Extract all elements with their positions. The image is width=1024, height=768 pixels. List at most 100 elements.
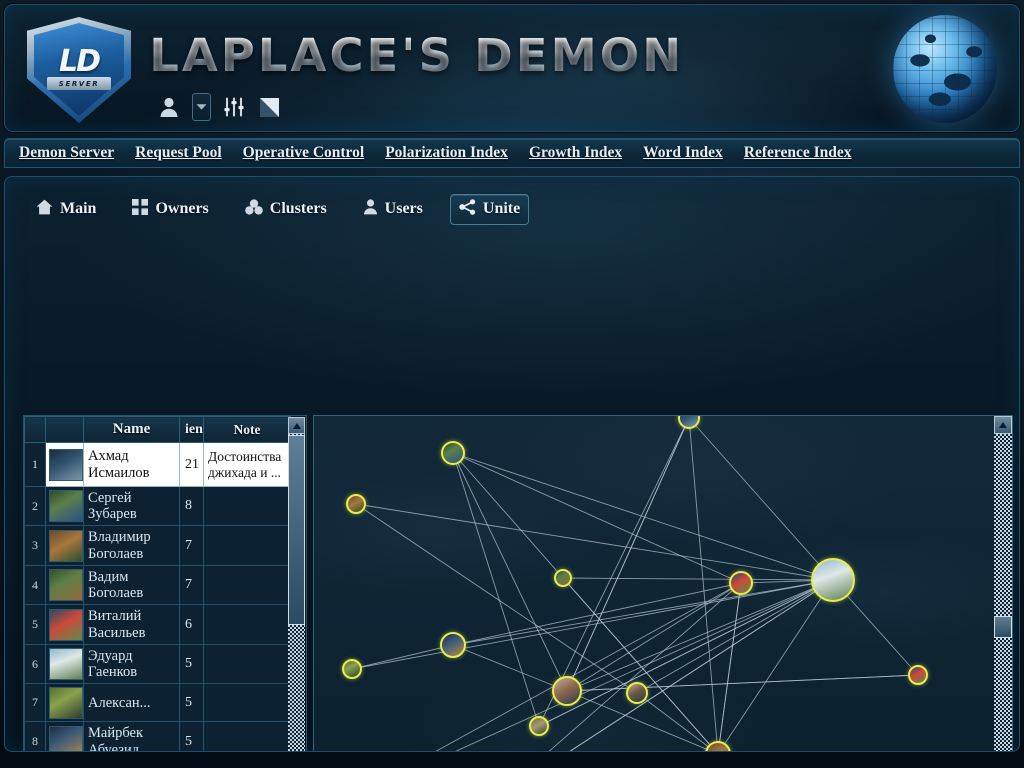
avatar [49,648,83,681]
main-navigation: Demon Server Request Pool Operative Cont… [4,138,1020,168]
row-name: Сергей Зубарев [83,485,180,527]
row-note [203,604,291,645]
tab-main[interactable]: Main [27,194,105,225]
row-index: 4 [24,564,46,606]
column-header-note[interactable]: Note [203,416,291,443]
tab-unite[interactable]: Unite [449,193,530,225]
column-header-avatar[interactable] [45,416,84,443]
row-len: 7 [179,564,204,606]
tab-bar: Main Owners Clusters Users Unite [27,193,530,225]
row-name: Владимир Боголаев [83,525,180,566]
graph-node[interactable] [552,676,582,706]
row-index: 2 [24,485,46,527]
row-index: 7 [24,683,46,723]
table-row[interactable]: 7 Алексан... 5 [24,683,291,723]
row-len: 7 [179,525,204,566]
row-index: 1 [24,442,46,487]
row-len: 5 [179,683,204,723]
nav-item-reference-index[interactable]: Reference Index [744,144,852,162]
sliders-icon[interactable] [222,94,246,120]
user-icon[interactable] [157,94,181,120]
tab-users-label: Users [384,200,423,217]
row-name: Ахмад Исмаилов [83,442,180,487]
table-vertical-scrollbar[interactable] [288,417,305,751]
row-note [203,525,291,566]
nav-item-word-index[interactable]: Word Index [643,144,723,162]
graph-edges [351,417,919,751]
row-avatar [45,604,84,645]
table-row[interactable]: 8 Майрбек Абуезид... 5 [24,721,291,751]
fullscreen-icon[interactable] [257,94,281,120]
page-title: LAPLACE'S DEMON [149,29,685,82]
row-note [203,485,291,527]
share-icon [459,198,476,220]
avatar [49,686,83,719]
chevron-down-icon[interactable] [192,93,211,121]
row-avatar [45,525,84,566]
tab-clusters[interactable]: Clusters [236,194,336,225]
column-header-name[interactable]: Name [83,416,180,443]
graph-node[interactable] [342,659,362,679]
row-name: Вадим Боголаев [83,564,180,606]
logo-main-text: LD [58,44,101,79]
nav-item-operative-control[interactable]: Operative Control [243,144,365,162]
scroll-up-icon[interactable] [288,417,305,434]
people-table-container: Name ien Note 1 Ахмад Исмаилов 21 Достои… [23,415,307,751]
graph-node[interactable] [441,441,465,465]
row-note [203,643,291,685]
table-body: 1 Ахмад Исмаилов 21 Достоинства джихада … [24,442,291,751]
nav-item-request-pool[interactable]: Request Pool [135,144,222,162]
table-row[interactable]: 5 Виталий Васильев 6 [24,604,291,645]
graph-node[interactable] [529,716,549,736]
row-len: 6 [179,604,204,645]
tab-clusters-label: Clusters [269,200,327,217]
app-root: LD SERVER LAPLACE'S DEMON Demon Server R… [0,0,1024,768]
row-avatar [45,683,84,723]
content-panel: Main Owners Clusters Users Unite Name ie… [4,176,1020,752]
graph-vscroll-thumb[interactable] [994,616,1012,638]
table-row[interactable]: 3 Владимир Боголаев 7 [24,525,291,566]
row-index: 5 [24,604,46,645]
graph-node[interactable] [440,632,466,658]
graph-node[interactable] [729,571,753,595]
nav-item-demon-server[interactable]: Demon Server [19,144,114,162]
avatar [49,569,83,602]
tab-owners[interactable]: Owners [123,194,217,225]
nav-item-polarization-index[interactable]: Polarization Index [385,144,508,162]
row-note: Достоинства джихада и ... [203,442,291,487]
graph-node[interactable] [811,558,855,602]
table-vscroll-thumb[interactable] [288,435,305,625]
app-logo[interactable]: LD SERVER [27,17,131,123]
clusters-icon [244,198,263,220]
avatar [49,529,83,562]
graph-node[interactable] [554,569,572,587]
column-header-len[interactable]: ien [179,416,204,443]
network-graph-canvas[interactable] [314,416,994,751]
scroll-up-icon[interactable] [994,416,1012,434]
column-header-index[interactable] [24,416,46,443]
row-len: 5 [179,721,204,751]
row-index: 6 [24,643,46,685]
graph-node[interactable] [908,665,928,685]
graph-node[interactable] [626,682,648,704]
header-icon-bar [157,93,281,121]
row-name: Виталий Васильев [83,604,180,645]
graph-node[interactable] [346,494,366,514]
avatar [49,490,83,523]
logo-sub-text: SERVER [58,79,100,88]
nav-item-growth-index[interactable]: Growth Index [529,144,622,162]
row-note [203,721,291,751]
tab-users[interactable]: Users [354,193,432,225]
grid-icon [132,198,149,220]
table-row[interactable]: 2 Сергей Зубарев 8 [24,485,291,527]
graph-vertical-scrollbar[interactable] [994,416,1012,751]
row-name: Алексан... [83,683,180,723]
table-row[interactable]: 1 Ахмад Исмаилов 21 Достоинства джихада … [24,442,291,487]
table-row[interactable]: 4 Вадим Боголаев 7 [24,564,291,606]
row-name: Эдуард Гаенков [83,643,180,685]
logo-sub-bar: SERVER [47,77,111,90]
tab-unite-label: Unite [482,200,521,217]
table-row[interactable]: 6 Эдуард Гаенков 5 [24,643,291,685]
home-icon [36,199,53,220]
user-icon [363,198,378,220]
